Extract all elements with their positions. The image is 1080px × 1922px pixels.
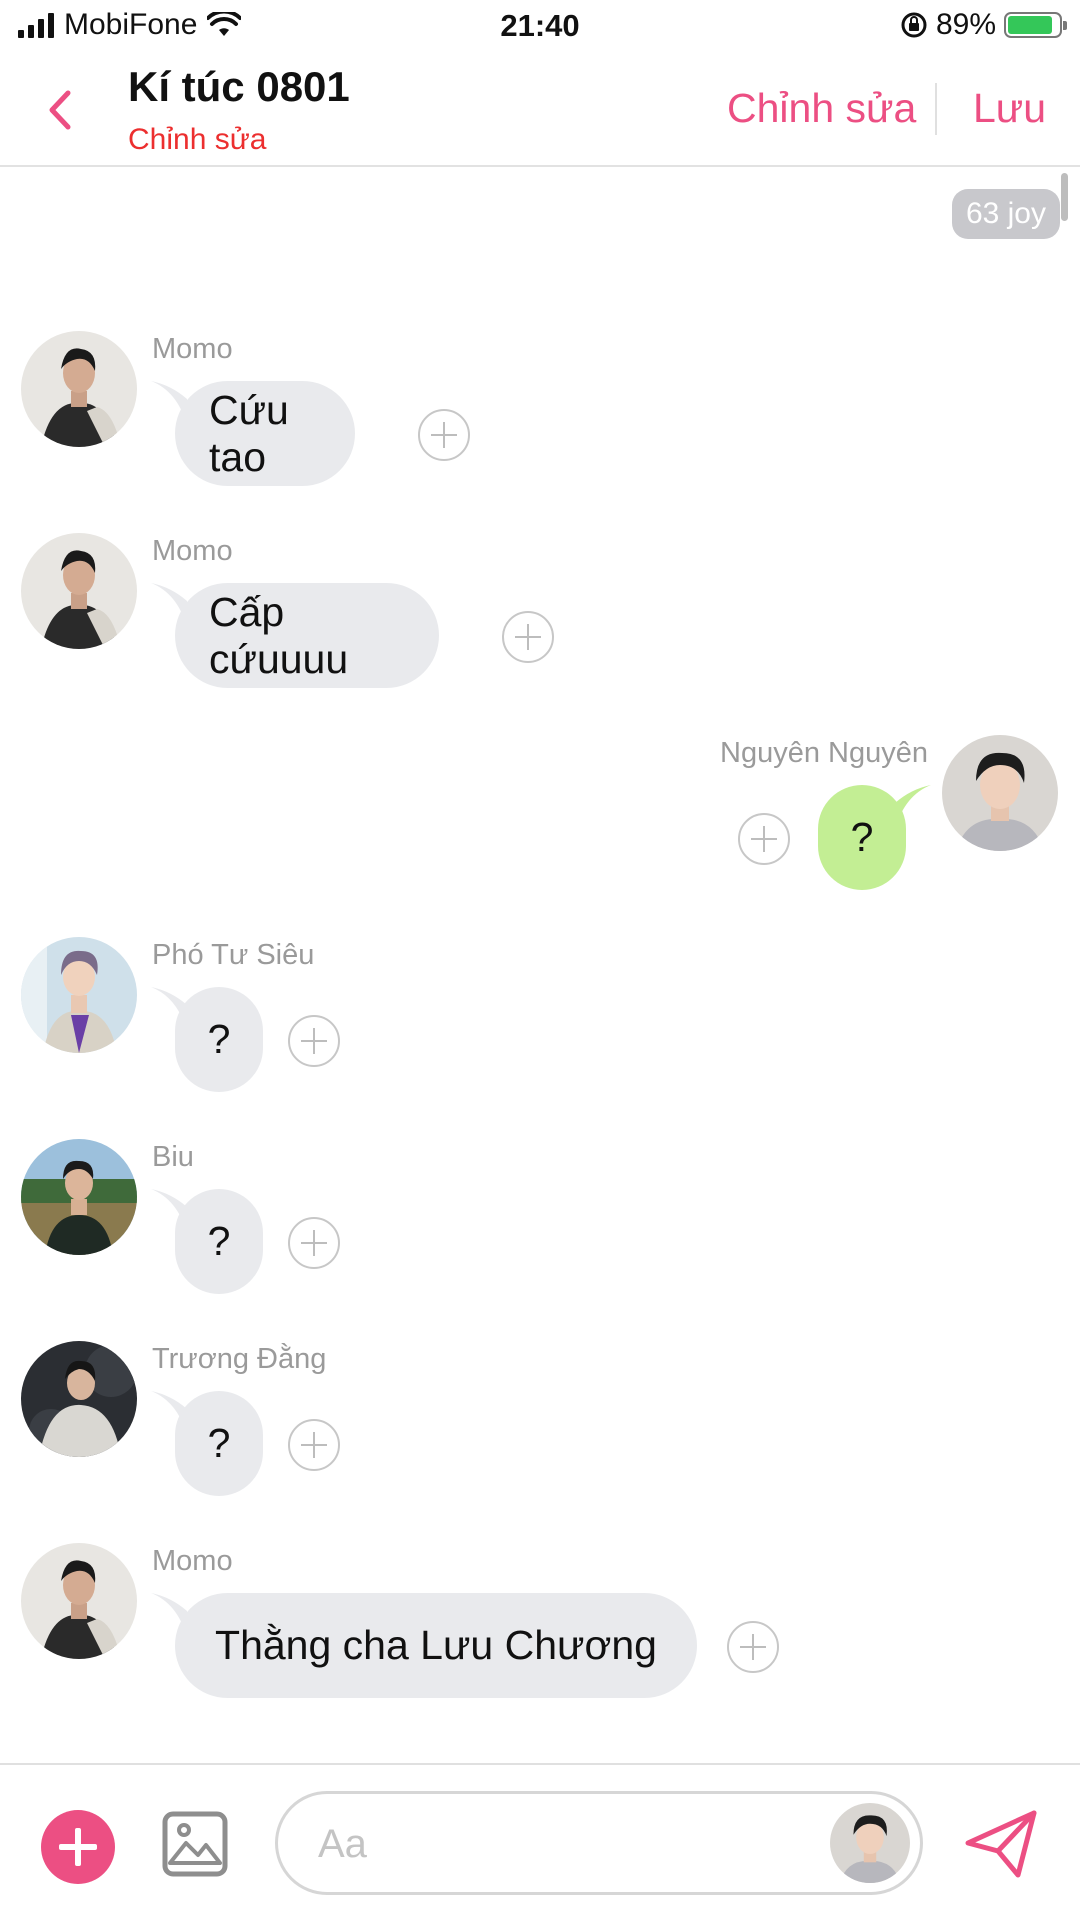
avatar[interactable] — [21, 1341, 137, 1457]
message-row: Momo Cấp cứuuuu — [0, 533, 1080, 693]
image-icon[interactable] — [162, 1811, 228, 1877]
save-button[interactable]: Lưu — [973, 85, 1046, 132]
avatar[interactable] — [942, 735, 1058, 851]
add-button[interactable] — [41, 1810, 115, 1884]
sender-name: Momo — [152, 333, 233, 365]
lock-rotation-icon — [901, 12, 927, 38]
scrollbar[interactable] — [1061, 173, 1068, 221]
plus-icon[interactable] — [288, 1217, 340, 1269]
avatar[interactable] — [21, 937, 137, 1053]
message-row: Phó Tư Siêu ? — [0, 937, 1080, 1097]
joy-badge: 63 joy — [951, 189, 1060, 239]
battery-icon — [1004, 12, 1067, 38]
plus-icon[interactable] — [738, 813, 790, 865]
message-row: Biu ? — [0, 1139, 1080, 1299]
message-row: Nguyên Nguyên ? — [0, 735, 1080, 895]
status-right: 89% — [900, 8, 1067, 42]
message-bubble[interactable]: ? — [175, 1391, 263, 1496]
composer-bar — [0, 1763, 1080, 1922]
sender-name: Momo — [152, 1545, 233, 1577]
avatar[interactable] — [21, 1543, 137, 1659]
message-bubble[interactable]: ? — [175, 987, 263, 1092]
avatar[interactable] — [21, 1139, 137, 1255]
sender-name: Nguyên Nguyên — [720, 737, 928, 769]
plus-icon[interactable] — [288, 1015, 340, 1067]
message-row: Trương Đằng ? — [0, 1341, 1080, 1501]
status-bar: MobiFone 21:40 89% — [0, 0, 1080, 55]
chat-subtitle[interactable]: Chỉnh sửa — [128, 123, 267, 157]
message-input[interactable] — [316, 1794, 780, 1894]
plus-icon[interactable] — [727, 1621, 779, 1673]
message-bubble[interactable]: ? — [818, 785, 906, 890]
message-row: Momo Cứu tao — [0, 331, 1080, 491]
message-bubble[interactable]: ? — [175, 1189, 263, 1294]
plus-icon[interactable] — [288, 1419, 340, 1471]
battery-percent: 89% — [935, 8, 996, 41]
avatar[interactable] — [830, 1803, 910, 1883]
chat-title: Kí túc 0801 — [128, 63, 350, 110]
chat-area[interactable]: 63 joy Momo Cứu tao Momo Cấp cứuuuu Nguy… — [0, 167, 1080, 1762]
message-bubble[interactable]: Cấp cứuuuu — [175, 583, 439, 688]
avatar[interactable] — [21, 331, 137, 447]
plus-icon[interactable] — [418, 409, 470, 461]
header-divider — [935, 83, 937, 135]
chat-header: Kí túc 0801 Chỉnh sửa Chỉnh sửa Lưu — [0, 55, 1080, 167]
sender-name: Biu — [152, 1141, 194, 1173]
message-bubble[interactable]: Thằng cha Lưu Chương — [175, 1593, 697, 1698]
plus-icon[interactable] — [502, 611, 554, 663]
message-input-container[interactable] — [275, 1791, 923, 1895]
message-row: Momo Thằng cha Lưu Chương — [0, 1543, 1080, 1703]
back-icon[interactable] — [40, 85, 80, 135]
sender-name: Phó Tư Siêu — [152, 939, 315, 971]
send-icon[interactable] — [962, 1805, 1040, 1883]
sender-name: Trương Đằng — [152, 1343, 327, 1375]
sender-name: Momo — [152, 535, 233, 567]
avatar[interactable] — [21, 533, 137, 649]
message-bubble[interactable]: Cứu tao — [175, 381, 355, 486]
edit-button[interactable]: Chỉnh sửa — [727, 85, 916, 132]
